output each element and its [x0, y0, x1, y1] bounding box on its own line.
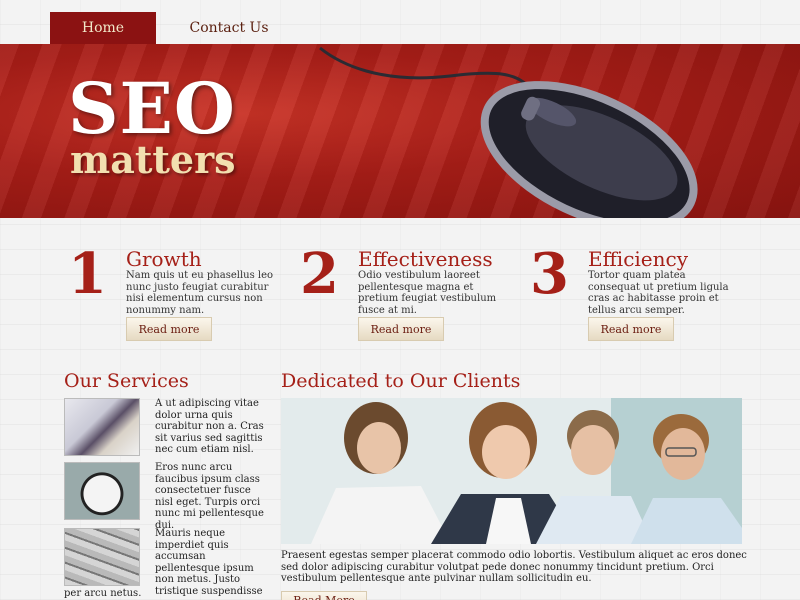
read-more-button[interactable]: Read more	[588, 317, 674, 341]
top-navigation: Home Contact Us	[0, 0, 800, 44]
feature-text: Tortor quam platea consequat ut pretium …	[588, 270, 729, 316]
feature-number: 3	[530, 241, 569, 307]
clients-team-photo	[281, 398, 742, 544]
feature-number: 1	[68, 241, 107, 307]
banner-title: SEO	[68, 67, 236, 150]
feature-title: Effectiveness	[358, 247, 493, 271]
feature-title: Efficiency	[588, 247, 689, 271]
service-thumbnail-image[interactable]	[64, 462, 140, 520]
service-thumbnail-image[interactable]	[64, 528, 140, 586]
feature-title: Growth	[126, 247, 202, 271]
read-more-button[interactable]: Read more	[358, 317, 444, 341]
hero-banner: SEO matters	[0, 44, 800, 218]
feature-efficiency: 3 Efficiency Tortor quam platea consequa…	[530, 241, 750, 348]
services-heading: Our Services	[64, 370, 189, 392]
service-text-continuation: per arcu netus.	[64, 588, 142, 599]
feature-effectiveness: 2 Effectiveness Odio vestibulum laoreet …	[300, 241, 520, 348]
read-more-button[interactable]: Read More	[281, 591, 367, 600]
feature-text: Odio vestibulum laoreet pellentesque mag…	[358, 270, 497, 316]
nav-home-link[interactable]: Home	[50, 12, 156, 44]
banner-subtitle: matters	[70, 137, 236, 182]
feature-growth: 1 Growth Nam quis ut eu phasellus leo nu…	[68, 241, 288, 348]
read-more-button[interactable]: Read more	[126, 317, 212, 341]
service-text: Eros nunc arcu faucibus ipsum class cons…	[155, 462, 264, 531]
clients-heading: Dedicated to Our Clients	[281, 370, 521, 392]
feature-text: Nam quis ut eu phasellus leo nunc justo …	[126, 270, 274, 316]
computer-mouse-image	[319, 46, 698, 218]
service-text: A ut adipiscing vitae dolor urna quis cu…	[155, 398, 264, 455]
nav-contact-link[interactable]: Contact Us	[176, 12, 282, 44]
feature-number: 2	[300, 241, 339, 307]
service-thumbnail-image[interactable]	[64, 398, 140, 456]
clients-text: Praesent egestas semper placerat commodo…	[281, 550, 747, 584]
service-text: Mauris neque imperdiet quis accumsan pel…	[155, 528, 263, 597]
